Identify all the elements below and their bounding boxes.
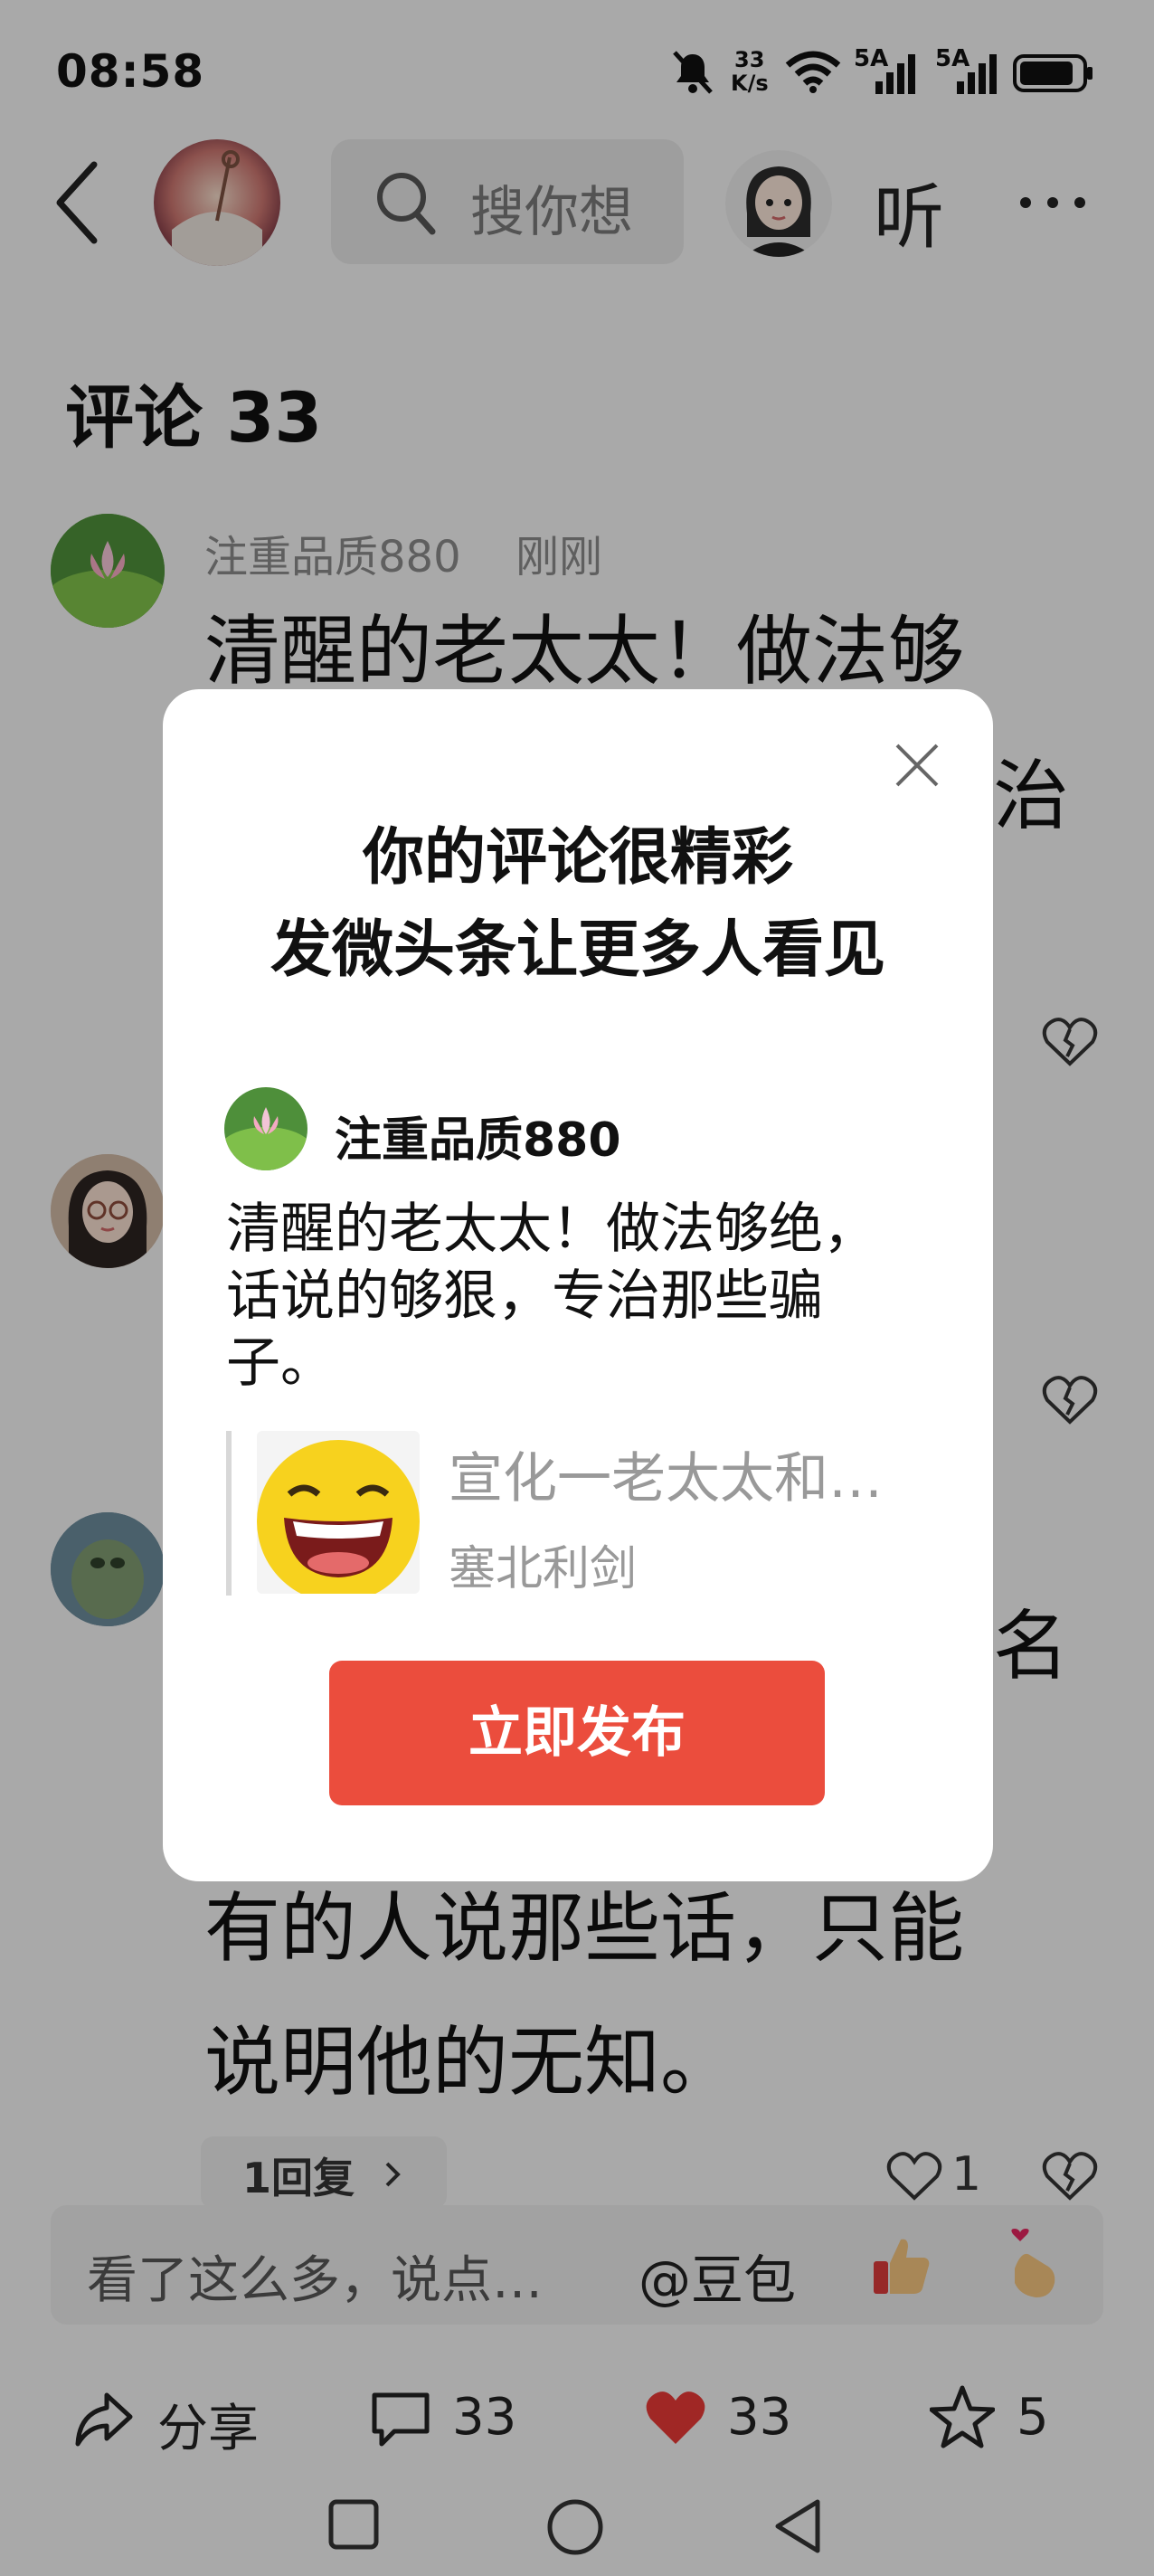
quoted-article-source: 塞北利剑 xyxy=(449,1542,638,1596)
modal-title-line2: 发微头条让更多人看见 xyxy=(270,914,885,986)
publish-button-label[interactable]: 立即发布 xyxy=(329,1661,825,1805)
modal-title-line1: 你的评论很精彩 xyxy=(362,822,793,894)
close-icon[interactable] xyxy=(892,740,942,791)
article-thumbnail xyxy=(257,1431,420,1594)
publish-prompt-modal: 你的评论很精彩 发微头条让更多人看见 注重品质880 清醒的老太太！做法够绝，话… xyxy=(163,689,993,1881)
user-avatar xyxy=(224,1087,307,1170)
quoted-article-title[interactable]: 宣化一老太太和… xyxy=(449,1435,883,1513)
quote-divider xyxy=(226,1431,232,1596)
modal-comment-text: 清醒的老太太！做法够绝，话说的够狠，专治那些骗子。 xyxy=(226,1198,877,1395)
modal-username: 注重品质880 xyxy=(335,1113,621,1168)
